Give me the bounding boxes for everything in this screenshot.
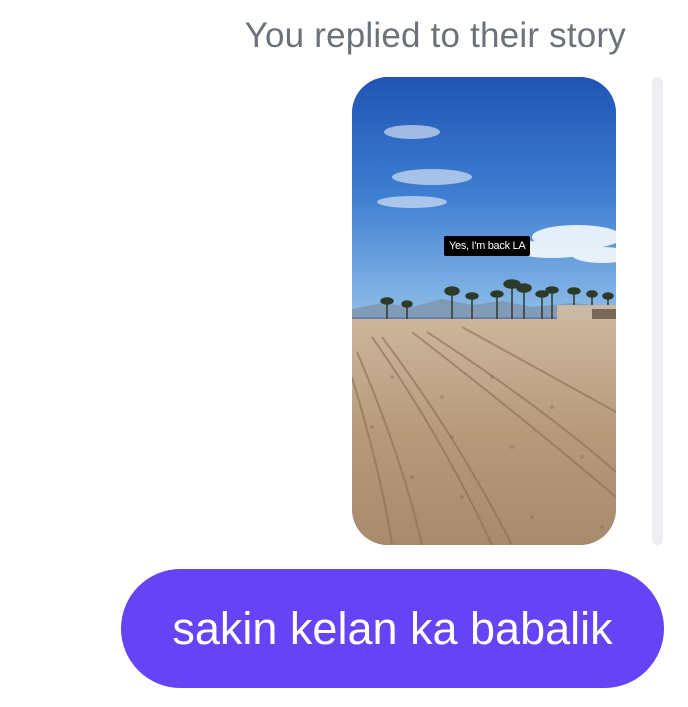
story-photo	[352, 77, 616, 545]
story-reply-caption: You replied to their story	[244, 16, 626, 55]
sent-message-bubble[interactable]: sakin kelan ka babalik	[121, 569, 664, 688]
message-text: sakin kelan ka babalik	[172, 602, 613, 654]
story-reply-indicator-bar	[652, 77, 663, 545]
story-preview[interactable]: Yes, I'm back LA	[352, 77, 616, 545]
story-text-sticker: Yes, I'm back LA	[444, 236, 531, 256]
